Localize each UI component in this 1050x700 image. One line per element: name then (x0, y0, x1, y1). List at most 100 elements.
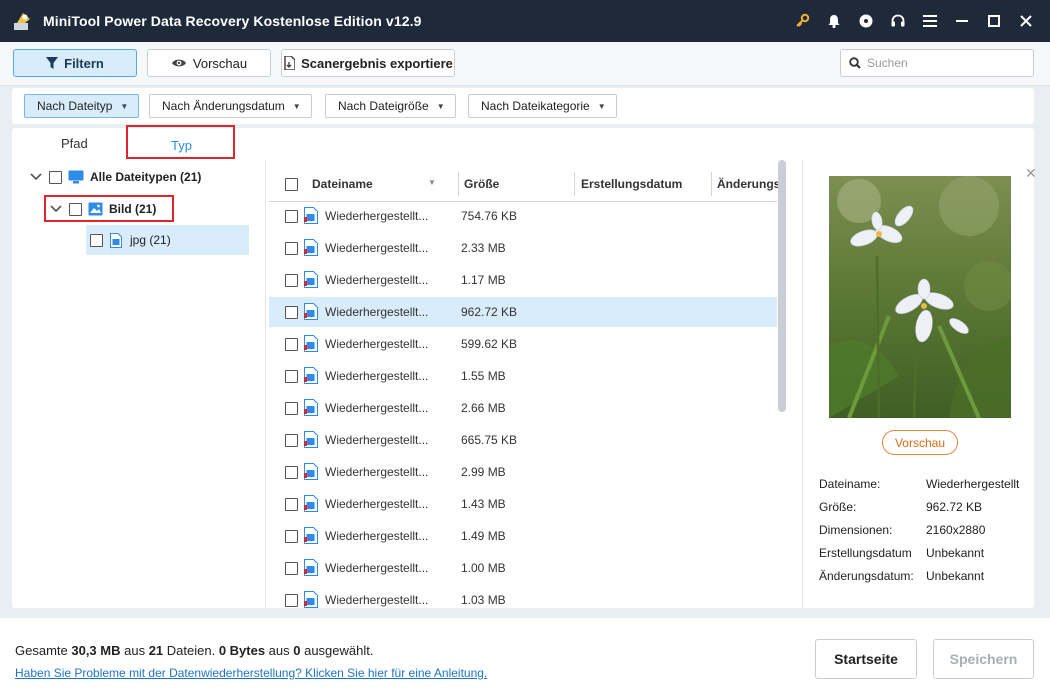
file-name: Wiederhergestellt... (325, 209, 429, 223)
export-icon (284, 56, 296, 70)
column-divider[interactable] (711, 172, 712, 196)
table-row[interactable]: Wiederhergestellt... 2.66 MB (269, 393, 777, 423)
help-link[interactable]: Haben Sie Probleme mit der Datenwiederhe… (15, 666, 487, 680)
table-row[interactable]: Wiederhergestellt... 1.03 MB (269, 585, 777, 608)
table-row[interactable]: Wiederhergestellt... 754.76 KB (269, 201, 777, 231)
table-row[interactable]: Wiederhergestellt... 962.72 KB (269, 297, 777, 327)
select-all-checkbox[interactable] (285, 178, 298, 191)
filter-by-file-type[interactable]: Nach Dateityp ▼ (24, 94, 140, 118)
column-header-size[interactable]: Größe (464, 177, 499, 191)
image-icon (88, 202, 103, 216)
table-row[interactable]: Wiederhergestellt... 1.17 MB (269, 265, 777, 295)
filter-button[interactable]: Filtern (13, 49, 137, 77)
filter-by-modified-date[interactable]: Nach Änderungsdatum ▼ (149, 94, 312, 118)
row-checkbox[interactable] (285, 434, 298, 447)
file-list-scrollbar[interactable] (778, 160, 786, 412)
footer: Gesamte 30,3 MB aus 21 Dateien. 0 Bytes … (0, 618, 1050, 700)
license-key-icon[interactable] (786, 0, 818, 42)
tab-type[interactable]: Typ (171, 138, 192, 153)
table-row[interactable]: Wiederhergestellt... 1.55 MB (269, 361, 777, 391)
column-divider[interactable] (458, 172, 459, 196)
column-header-filename[interactable]: Dateiname (312, 177, 373, 191)
preview-panel: ✕ Vorschau Dateiname: Wiederhergestellt … (802, 160, 1037, 608)
export-scan-result-button[interactable]: Scanergebnis exportiere (281, 49, 455, 77)
filter-by-file-category[interactable]: Nach Dateikategorie ▼ (468, 94, 617, 118)
summary-text: Dateien. (163, 643, 219, 658)
file-name: Wiederhergestellt... (325, 273, 429, 287)
preview-file-button[interactable]: Vorschau (882, 430, 958, 455)
table-row[interactable]: Wiederhergestellt... 1.43 MB (269, 489, 777, 519)
close-preview-icon[interactable]: ✕ (1025, 165, 1037, 182)
preview-button[interactable]: Vorschau (147, 49, 271, 77)
tree-item-jpg[interactable]: jpg (21) (86, 225, 249, 255)
save-button[interactable]: Speichern (933, 639, 1034, 679)
app-logo-icon (14, 13, 30, 30)
row-checkbox[interactable] (285, 498, 298, 511)
search-input[interactable] (867, 56, 1027, 70)
file-size: 1.03 MB (461, 593, 506, 607)
table-row[interactable]: Wiederhergestellt... 2.33 MB (269, 233, 777, 263)
chevron-down-icon[interactable] (49, 202, 63, 216)
file-name: Wiederhergestellt... (325, 401, 429, 415)
toolbar: Filtern Vorschau Scanergebnis exportiere (0, 42, 1050, 86)
menu-icon[interactable] (914, 0, 946, 42)
tree-item-image[interactable]: Bild (21) (12, 194, 266, 224)
search-box[interactable] (840, 49, 1034, 77)
maximize-icon[interactable] (978, 0, 1010, 42)
export-button-label: Scanergebnis exportiere (301, 55, 453, 71)
row-checkbox[interactable] (285, 242, 298, 255)
jpg-file-icon (304, 303, 318, 320)
summary-text: Gesamte (15, 643, 72, 658)
filter-by-file-size[interactable]: Nach Dateigröße ▼ (325, 94, 456, 118)
tab-path[interactable]: Pfad (61, 136, 88, 151)
table-row[interactable]: Wiederhergestellt... 1.49 MB (269, 521, 777, 551)
filter-label: Nach Änderungsdatum (162, 99, 285, 113)
meta-label-dimensions: Dimensionen: (819, 523, 893, 537)
table-row[interactable]: Wiederhergestellt... 599.62 KB (269, 329, 777, 359)
file-size: 754.76 KB (461, 209, 518, 223)
sort-down-icon[interactable]: ▼ (428, 178, 436, 187)
jpg-file-icon (304, 239, 318, 256)
row-checkbox[interactable] (285, 306, 298, 319)
minimize-icon[interactable] (946, 0, 978, 42)
checkbox[interactable] (49, 170, 62, 184)
preview-button-label: Vorschau (192, 55, 248, 71)
checkbox[interactable] (90, 233, 103, 247)
jpg-file-icon (304, 495, 318, 512)
row-checkbox[interactable] (285, 402, 298, 415)
chevron-down-icon[interactable] (29, 170, 43, 184)
checkbox[interactable] (69, 202, 82, 216)
file-name: Wiederhergestellt... (325, 561, 429, 575)
row-checkbox[interactable] (285, 530, 298, 543)
file-name: Wiederhergestellt... (325, 337, 429, 351)
row-checkbox[interactable] (285, 274, 298, 287)
file-type-tree: Alle Dateitypen (21) Bild (21) jpg (21) (12, 160, 266, 608)
file-size: 962.72 KB (461, 305, 518, 319)
close-window-icon[interactable] (1010, 0, 1042, 42)
tree-item-all-file-types[interactable]: Alle Dateitypen (21) (12, 162, 266, 192)
total-size: 30,3 MB (71, 643, 121, 658)
home-button[interactable]: Startseite (815, 639, 917, 679)
row-checkbox[interactable] (285, 466, 298, 479)
file-size: 2.33 MB (461, 241, 506, 255)
file-name: Wiederhergestellt... (325, 305, 429, 319)
table-row[interactable]: Wiederhergestellt... 1.00 MB (269, 553, 777, 583)
row-checkbox[interactable] (285, 210, 298, 223)
eye-icon (171, 59, 186, 67)
file-size: 2.66 MB (461, 401, 506, 415)
row-checkbox[interactable] (285, 594, 298, 607)
table-row[interactable]: Wiederhergestellt... 665.75 KB (269, 425, 777, 455)
column-divider[interactable] (574, 172, 575, 196)
column-header-modified[interactable]: Änderungs (717, 177, 780, 191)
search-icon (849, 57, 861, 69)
disc-icon[interactable] (850, 0, 882, 42)
row-checkbox[interactable] (285, 562, 298, 575)
table-row[interactable]: Wiederhergestellt... 2.99 MB (269, 457, 777, 487)
jpg-file-icon (304, 271, 318, 288)
headset-support-icon[interactable] (882, 0, 914, 42)
row-checkbox[interactable] (285, 370, 298, 383)
column-header-created[interactable]: Erstellungsdatum (581, 177, 682, 191)
notification-bell-icon[interactable] (818, 0, 850, 42)
row-checkbox[interactable] (285, 338, 298, 351)
tree-item-label: jpg (21) (130, 233, 171, 247)
